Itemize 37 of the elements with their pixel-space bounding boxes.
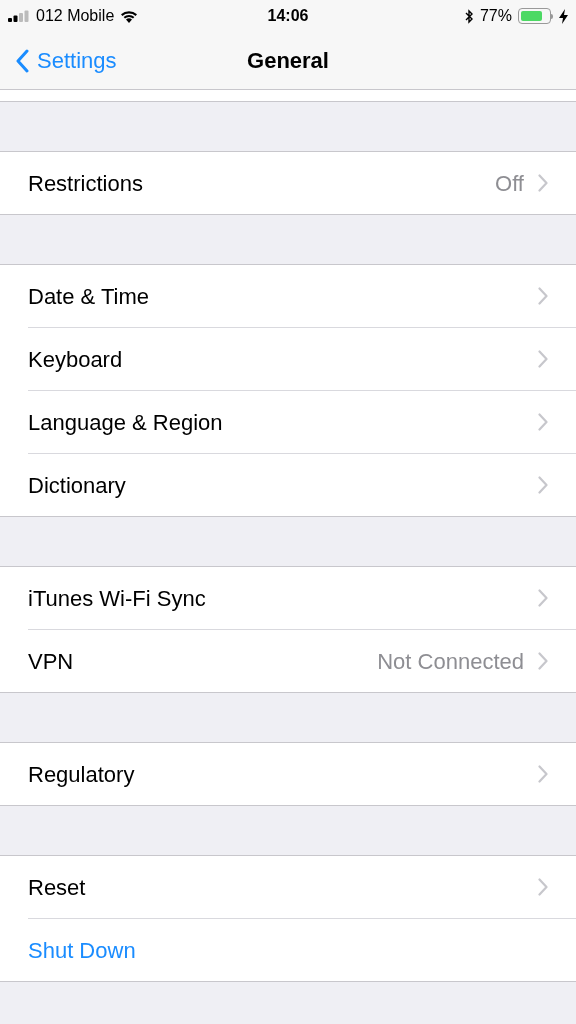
settings-row[interactable]: Language & Region <box>28 390 576 453</box>
battery-percent: 77% <box>479 6 512 26</box>
row-label: Keyboard <box>28 345 123 374</box>
row-label: Date & Time <box>28 282 150 311</box>
nav-title: General <box>247 47 329 75</box>
settings-row[interactable]: Date & Time <box>28 265 576 327</box>
row-label: Reset <box>28 873 86 902</box>
settings-row[interactable]: VPN Not Connected <box>28 629 576 692</box>
wifi-icon <box>120 9 139 23</box>
settings-row[interactable]: Keyboard <box>28 327 576 390</box>
bluetooth-icon <box>464 8 474 24</box>
row-value: Off <box>495 169 524 198</box>
settings-row[interactable]: iTunes Wi-Fi Sync <box>28 567 576 629</box>
chevron-right-icon <box>538 174 548 192</box>
row-label: iTunes Wi-Fi Sync <box>28 584 206 613</box>
action-label: Shut Down <box>28 936 136 965</box>
chevron-right-icon <box>538 413 548 431</box>
row-label: Regulatory <box>28 760 135 789</box>
chevron-right-icon <box>538 287 548 305</box>
settings-row[interactable]: Dictionary <box>28 453 576 516</box>
chevron-right-icon <box>538 350 548 368</box>
battery-icon <box>518 8 553 24</box>
signal-icon <box>8 10 30 22</box>
row-label: Dictionary <box>28 471 126 500</box>
carrier-name: 012 Mobile <box>36 6 115 26</box>
chevron-right-icon <box>538 765 548 783</box>
chevron-right-icon <box>538 589 548 607</box>
status-time: 14:06 <box>267 6 309 26</box>
row-label: Language & Region <box>28 408 223 437</box>
row-value: Not Connected <box>377 647 524 676</box>
chevron-right-icon <box>538 652 548 670</box>
chevron-right-icon <box>538 476 548 494</box>
settings-row[interactable]: Reset <box>28 856 576 918</box>
chevron-right-icon <box>538 878 548 896</box>
row-label: Restrictions <box>28 169 143 198</box>
chevron-left-icon <box>16 48 29 73</box>
row-label: VPN <box>28 647 74 676</box>
